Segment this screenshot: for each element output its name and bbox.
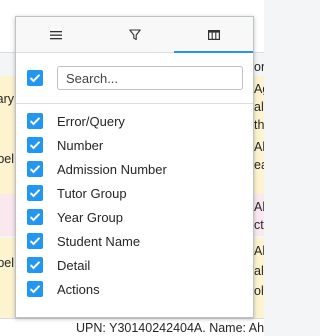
column-menu-popup: Error/Query Number Admission Number Tuto…: [15, 16, 254, 318]
column-label: Admission Number: [57, 161, 167, 177]
column-checkbox[interactable]: [27, 233, 43, 249]
column-item-student-name[interactable]: Student Name: [27, 229, 245, 253]
menu-icon: [49, 30, 62, 40]
cell-fragment: ea: [254, 158, 264, 172]
cell-fragment: Ah: [254, 244, 264, 258]
column-label: Year Group: [57, 209, 124, 225]
column-search-input[interactable]: [57, 66, 243, 90]
cell-fragment: th: [254, 118, 264, 132]
column-label: Tutor Group: [57, 185, 127, 201]
divider: [16, 103, 253, 104]
column-item-admission-number[interactable]: Admission Number: [27, 157, 245, 181]
columns-icon: [207, 29, 220, 40]
column-item-tutor-group[interactable]: Tutor Group: [27, 181, 245, 205]
filter-icon: [128, 28, 141, 41]
column-checkbox[interactable]: [27, 281, 43, 297]
column-label: Student Name: [57, 233, 141, 249]
column-label: Error/Query: [57, 113, 125, 129]
column-label: Number: [57, 137, 104, 153]
cell-fragment: Ag: [254, 82, 264, 96]
column-checkbox[interactable]: [27, 185, 43, 201]
column-item-number[interactable]: Number: [27, 133, 245, 157]
cell-fragment: oro: [254, 60, 264, 74]
column-checkbox[interactable]: [27, 137, 43, 153]
column-checkbox[interactable]: [27, 257, 43, 273]
cell-fragment: ary: [0, 92, 14, 106]
select-all-checkbox[interactable]: [27, 70, 43, 86]
cell-text: UPN: Y30140242404A. Name: Ah: [76, 321, 264, 335]
column-checkbox[interactable]: [27, 113, 43, 129]
column-item-actions[interactable]: Actions: [27, 277, 245, 301]
column-item-year-group[interactable]: Year Group: [27, 205, 245, 229]
column-checkbox[interactable]: [27, 161, 43, 177]
cell-fragment: Ah: [254, 140, 264, 154]
menu-tabs: [16, 17, 253, 53]
column-label: Actions: [57, 281, 100, 297]
column-label: Detail: [57, 257, 91, 273]
cell-fragment: alo: [254, 264, 264, 278]
cell-fragment: ale: [254, 100, 264, 114]
tab-general[interactable]: [16, 17, 95, 52]
column-item-error-query[interactable]: Error/Query: [27, 109, 245, 133]
grid-row: UPN: Y30140242404A. Name: Ah: [0, 318, 264, 336]
cell-fragment: oli: [254, 284, 264, 298]
cell-fragment: ct: [254, 218, 264, 232]
column-item-detail[interactable]: Detail: [27, 253, 245, 277]
cell-fragment: Ah: [254, 200, 264, 214]
cell-fragment: bel: [0, 256, 14, 270]
cell-fragment: bel: [0, 152, 14, 166]
tab-columns[interactable]: [174, 17, 253, 53]
column-checkbox[interactable]: [27, 209, 43, 225]
column-list: Error/Query Number Admission Number Tuto…: [27, 109, 245, 301]
select-all-row: [27, 66, 245, 90]
tab-filter[interactable]: [95, 17, 174, 52]
